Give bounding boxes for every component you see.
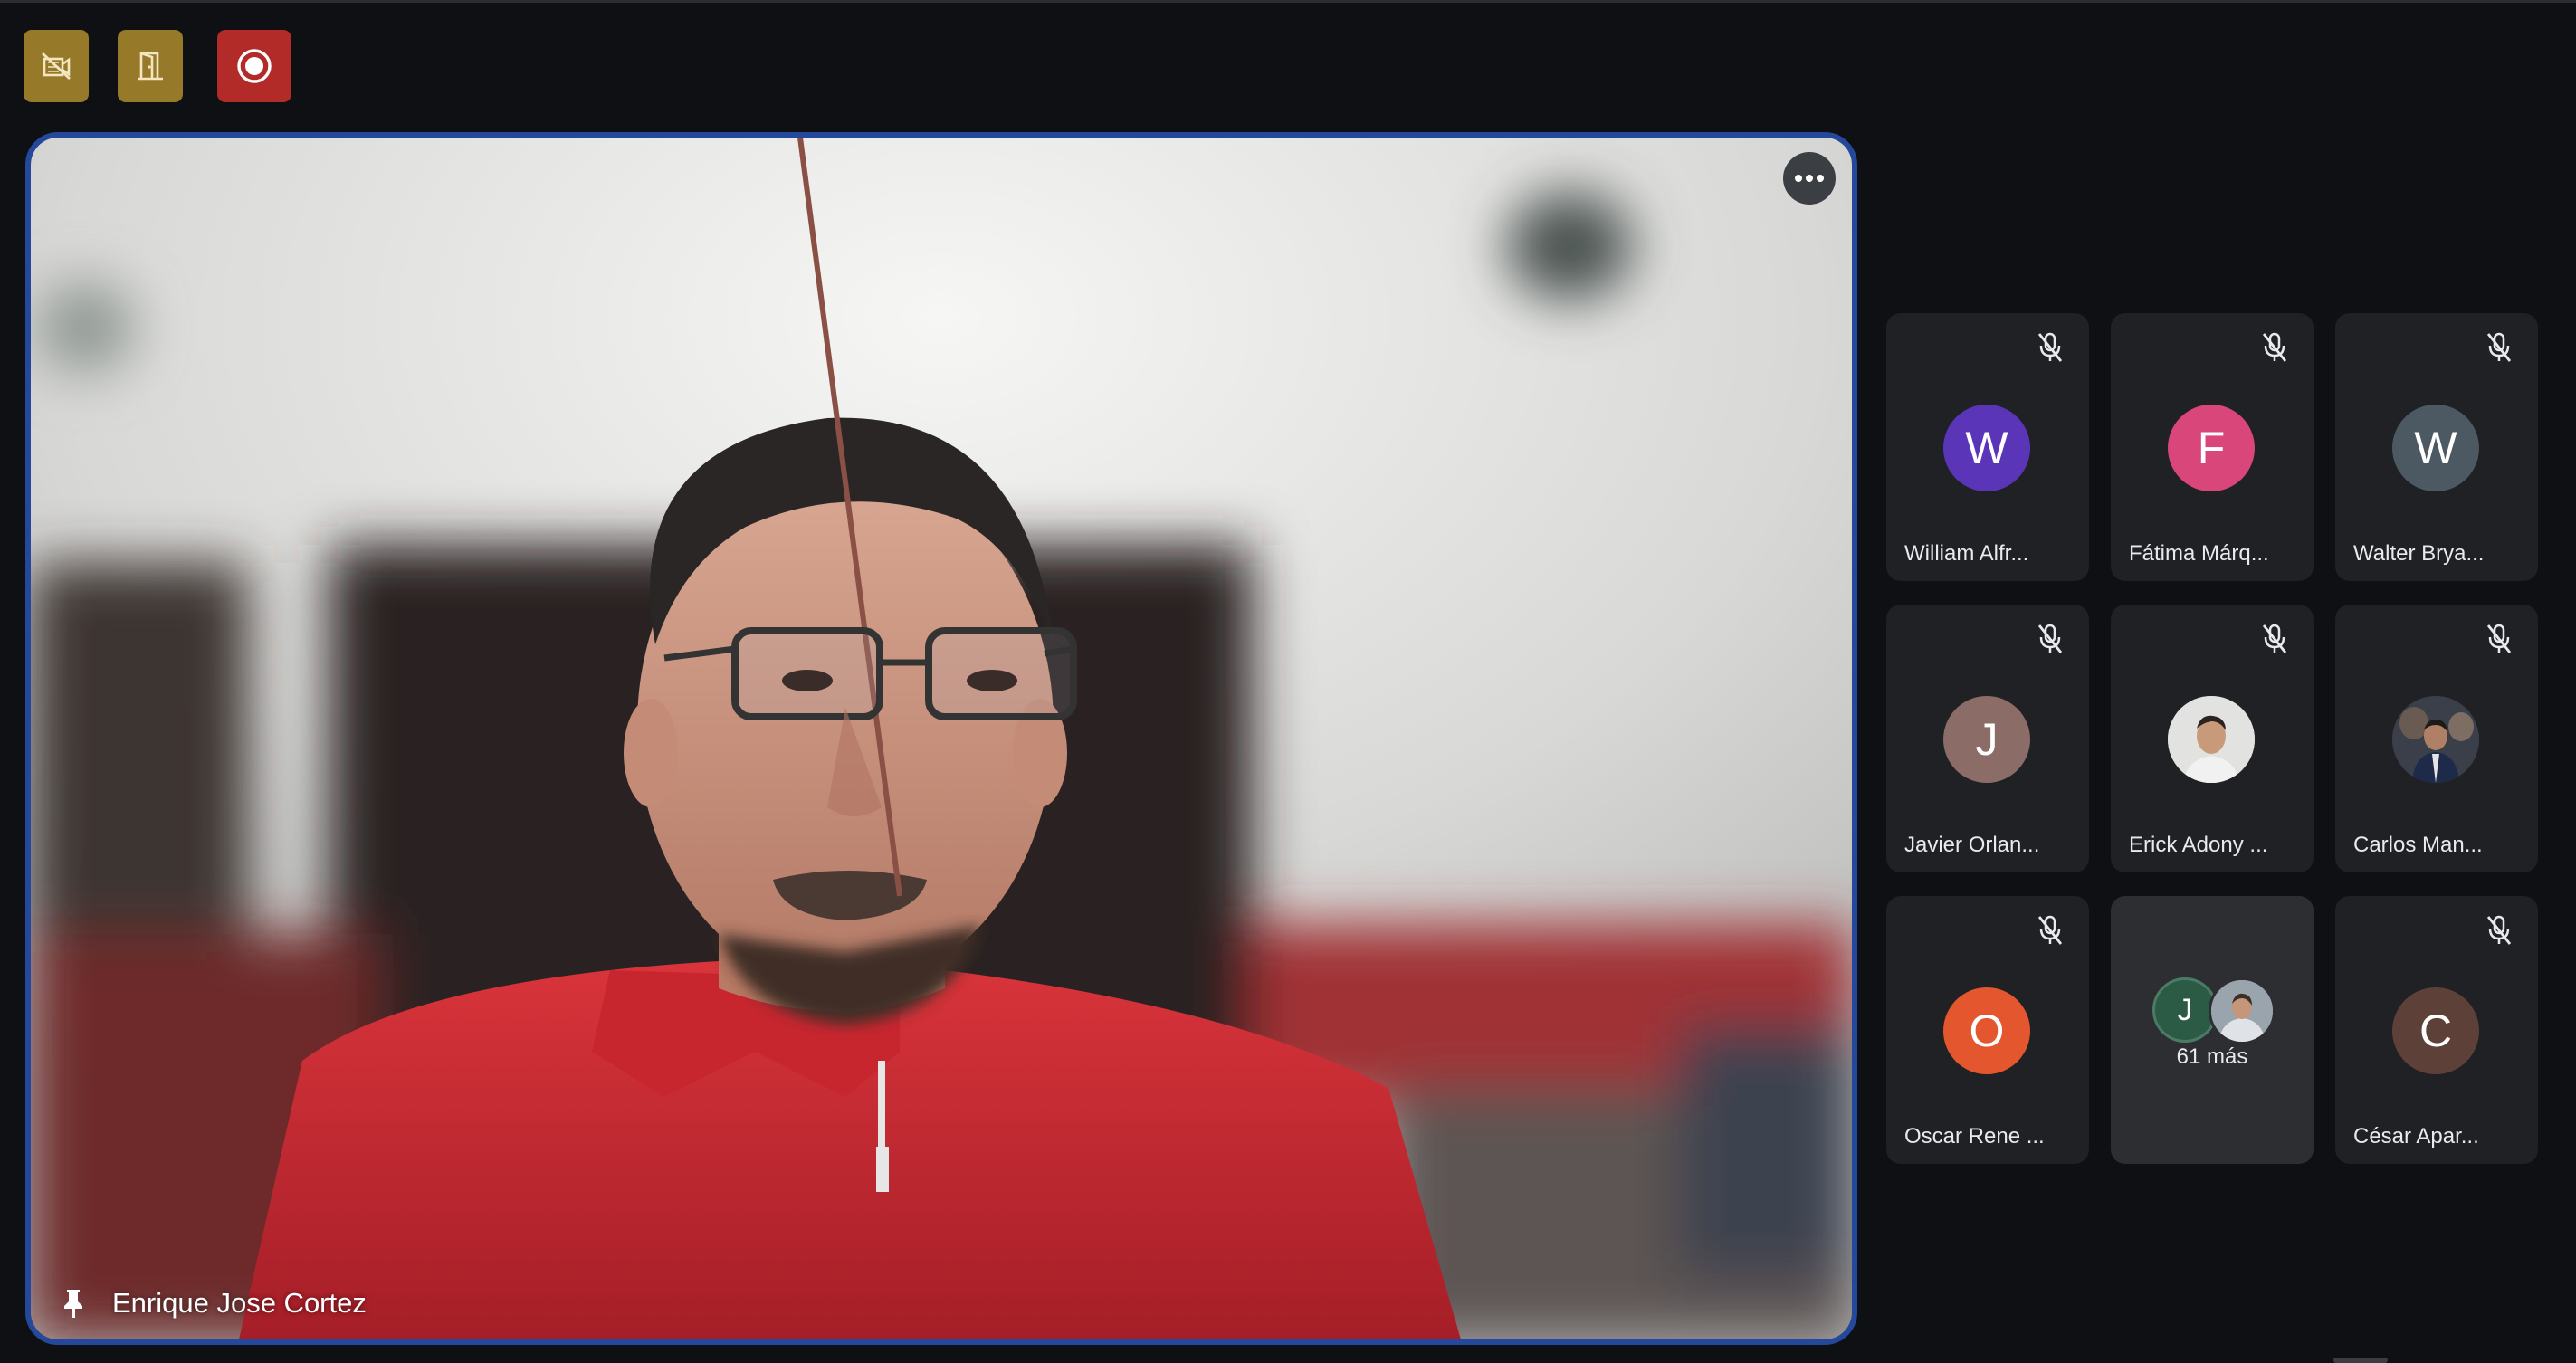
- participant-name: Fátima Márq...: [2129, 541, 2269, 566]
- participant-tile[interactable]: W William Alfr...: [1886, 313, 2089, 581]
- participant-name: Carlos Man...: [2353, 833, 2483, 857]
- avatar: J: [1943, 696, 2030, 783]
- mic-off-icon: [2262, 624, 2287, 653]
- avatar: W: [1943, 405, 2030, 491]
- avatar-photo: [2209, 977, 2275, 1044]
- more-options-button[interactable]: [1783, 152, 1836, 205]
- more-options-icon: [1795, 175, 1824, 182]
- mic-off-icon: [2037, 332, 2063, 362]
- avatar: C: [2392, 987, 2479, 1074]
- participant-tile[interactable]: O Oscar Rene ...: [1886, 896, 2089, 1164]
- avatar-stack: J: [2152, 977, 2279, 1050]
- participant-name: Javier Orlan...: [1904, 833, 2040, 857]
- participant-tile[interactable]: Erick Adony ...: [2111, 605, 2314, 872]
- participant-tile[interactable]: J Javier Orlan...: [1886, 605, 2089, 872]
- participant-tile[interactable]: W Walter Brya...: [2335, 313, 2538, 581]
- participant-tile[interactable]: Carlos Man...: [2335, 605, 2538, 872]
- pin-icon[interactable]: [62, 1288, 85, 1319]
- avatar: F: [2168, 405, 2255, 491]
- more-participants-tile[interactable]: J 61 más: [2111, 896, 2314, 1164]
- speaker-name-bar: Enrique Jose Cortez: [62, 1287, 367, 1320]
- participant-name: Oscar Rene ...: [1904, 1124, 2045, 1149]
- participant-name: Erick Adony ...: [2129, 833, 2268, 857]
- avatar: W: [2392, 405, 2479, 491]
- camera-off-button[interactable]: [24, 30, 89, 102]
- window-top-border: [0, 0, 2576, 3]
- avatar-photo: [2168, 696, 2255, 783]
- mic-off-icon: [2486, 332, 2512, 362]
- avatar-photo: [2392, 696, 2479, 783]
- record-icon: [237, 49, 272, 83]
- door-exit-icon: [138, 52, 163, 81]
- mic-off-icon: [2037, 624, 2063, 653]
- speaker-name: Enrique Jose Cortez: [112, 1287, 367, 1319]
- main-video-tile[interactable]: Enrique Jose Cortez: [25, 132, 1857, 1345]
- speaker-video: [31, 138, 1852, 1339]
- participant-tile[interactable]: F Fátima Márq...: [2111, 313, 2314, 581]
- record-button[interactable]: [217, 30, 291, 102]
- mic-off-icon: [2262, 332, 2287, 362]
- mic-off-icon: [2037, 915, 2063, 945]
- participant-tile[interactable]: C César Apar...: [2335, 896, 2538, 1164]
- mic-off-icon: [2486, 915, 2512, 945]
- mic-off-icon: [2486, 624, 2512, 653]
- avatar: O: [1943, 987, 2030, 1074]
- scrollbar-thumb[interactable]: [2333, 1358, 2388, 1363]
- participant-name: César Apar...: [2353, 1124, 2479, 1149]
- leave-room-button[interactable]: [118, 30, 183, 102]
- more-participants-count: 61 más: [2176, 1044, 2248, 1069]
- participant-name: William Alfr...: [1904, 541, 2029, 566]
- camera-off-icon: [42, 52, 71, 81]
- participant-name: Walter Brya...: [2353, 541, 2485, 566]
